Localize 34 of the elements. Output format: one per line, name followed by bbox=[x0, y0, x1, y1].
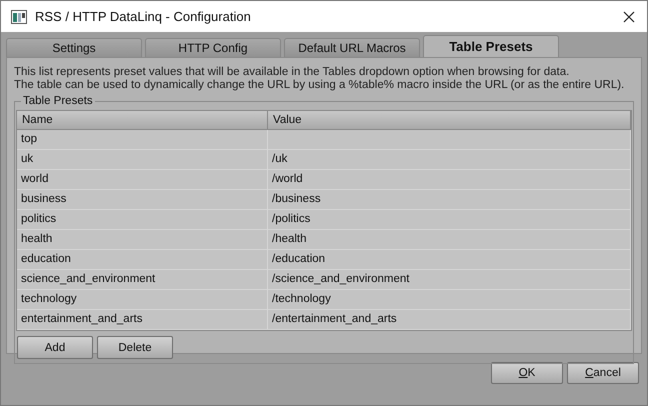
table-cell: /health bbox=[268, 230, 631, 249]
button[interactable]: Add bbox=[17, 336, 93, 359]
table-cell: technology bbox=[17, 290, 268, 309]
table-cell: /science_and_environment bbox=[268, 270, 631, 289]
table-cell: education bbox=[17, 250, 268, 269]
table-cell: /technology bbox=[268, 290, 631, 309]
tab[interactable]: HTTP Config bbox=[145, 38, 281, 57]
column-header[interactable]: Value bbox=[268, 111, 631, 129]
table-cell: /business bbox=[268, 190, 631, 209]
app-icon bbox=[11, 10, 27, 24]
table-cell: business bbox=[17, 190, 268, 209]
table-cell: uk bbox=[17, 150, 268, 169]
table-cell: /world bbox=[268, 170, 631, 189]
tab[interactable]: Table Presets bbox=[423, 35, 559, 57]
table-cell: politics bbox=[17, 210, 268, 229]
table-cell: /politics bbox=[268, 210, 631, 229]
button[interactable]: Cancel bbox=[567, 362, 639, 384]
table-cell: /entertainment_and_arts bbox=[268, 310, 631, 329]
button[interactable]: OK bbox=[491, 362, 563, 384]
description-text: This list represents preset values that will be available in the Tables dropdown option when browsing for data. bbox=[14, 66, 570, 79]
description-text: The table can be used to dynamically change the URL by using a %table% macro inside the URL (or as the entire URL). bbox=[14, 79, 626, 92]
tab[interactable]: Settings bbox=[6, 38, 142, 57]
column-header[interactable]: Name bbox=[17, 111, 268, 129]
table-cell: /uk bbox=[268, 150, 631, 169]
table-cell: science_and_environment bbox=[17, 270, 268, 289]
table-cell: entertainment_and_arts bbox=[17, 310, 268, 329]
table-cell: world bbox=[17, 170, 268, 189]
button[interactable]: Delete bbox=[97, 336, 173, 359]
close-icon[interactable] bbox=[623, 10, 635, 22]
table-cell: top bbox=[17, 130, 268, 149]
table-cell: /education bbox=[268, 250, 631, 269]
window-title: RSS / HTTP DataLinq - Configuration bbox=[35, 9, 252, 24]
tab[interactable]: Default URL Macros bbox=[284, 38, 420, 57]
table-cell: health bbox=[17, 230, 268, 249]
